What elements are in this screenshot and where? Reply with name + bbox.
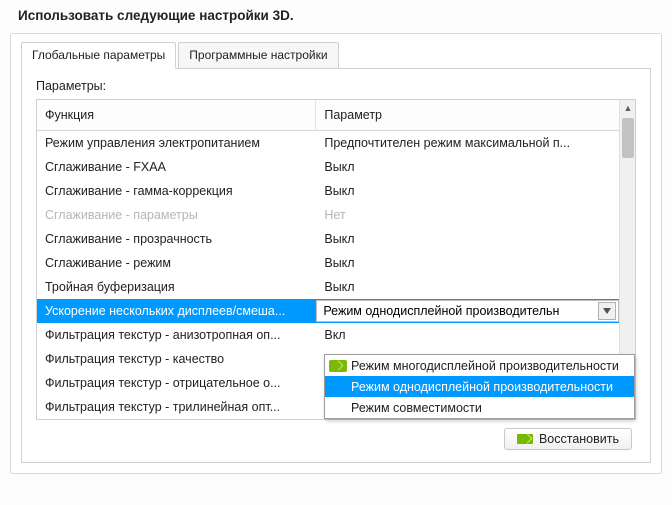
- table-row[interactable]: Фильтрация текстур - анизотропная оп...В…: [37, 323, 619, 347]
- cell-parameter[interactable]: Выкл: [316, 179, 619, 203]
- restore-button[interactable]: Восстановить: [504, 428, 632, 450]
- scroll-up-icon[interactable]: ▲: [620, 100, 636, 116]
- cell-parameter[interactable]: Вкл: [316, 323, 619, 347]
- table-row[interactable]: Сглаживание - параметрыНет: [37, 203, 619, 227]
- cell-parameter[interactable]: Выкл: [316, 227, 619, 251]
- dropdown-option-label: Режим многодисплейной производительности: [351, 359, 619, 373]
- col-function[interactable]: Функция: [37, 100, 316, 131]
- col-parameter[interactable]: Параметр: [316, 100, 619, 131]
- cell-function: Сглаживание - режим: [37, 251, 316, 275]
- cell-function: Ускорение нескольких дисплеев/смеша...: [37, 299, 316, 323]
- dropdown-list: Режим многодисплейной производительности…: [324, 354, 635, 419]
- tab-global[interactable]: Глобальные параметры: [21, 42, 176, 69]
- dropdown-text: Режим однодисплейной производительн: [317, 299, 559, 323]
- cell-function: Тройная буферизация: [37, 275, 316, 299]
- table-row[interactable]: Сглаживание - режимВыкл: [37, 251, 619, 275]
- cell-function: Фильтрация текстур - трилинейная опт...: [37, 395, 316, 419]
- footer: Восстановить: [36, 420, 636, 450]
- cell-parameter[interactable]: Выкл: [316, 155, 619, 179]
- cell-function: Фильтрация текстур - качество: [37, 347, 316, 371]
- nvidia-logo-icon: [329, 360, 347, 372]
- cell-parameter[interactable]: Выкл: [316, 275, 619, 299]
- dropdown-option-label: Режим совместимости: [351, 401, 482, 415]
- dropdown-option[interactable]: Режим многодисплейной производительности: [325, 355, 634, 376]
- table-row[interactable]: Режим управления электропитаниемПредпочт…: [37, 131, 619, 155]
- cell-function: Фильтрация текстур - отрицательное о...: [37, 371, 316, 395]
- table-row[interactable]: Ускорение нескольких дисплеев/смеша...Ре…: [37, 299, 619, 323]
- dropdown-option[interactable]: Режим совместимости: [325, 397, 634, 418]
- table-row[interactable]: Сглаживание - прозрачностьВыкл: [37, 227, 619, 251]
- cell-function: Сглаживание - FXAA: [37, 155, 316, 179]
- dropdown-option[interactable]: Режим однодисплейной производительности: [325, 376, 634, 397]
- page-title: Использовать следующие настройки 3D.: [18, 8, 662, 23]
- tab-bar: Глобальные параметры Программные настрой…: [21, 42, 651, 68]
- cell-function: Режим управления электропитанием: [37, 131, 316, 155]
- table-row[interactable]: Тройная буферизацияВыкл: [37, 275, 619, 299]
- chevron-down-icon[interactable]: [598, 302, 616, 320]
- settings-panel: Глобальные параметры Программные настрой…: [10, 33, 662, 474]
- params-label: Параметры:: [36, 79, 636, 93]
- tab-body: Параметры: Функция Параметр Режим управл…: [21, 68, 651, 463]
- table-header: Функция Параметр: [37, 100, 619, 131]
- params-table: Функция Параметр Режим управления электр…: [36, 99, 636, 420]
- cell-function: Сглаживание - параметры: [37, 203, 316, 227]
- table-row[interactable]: Сглаживание - гамма-коррекцияВыкл: [37, 179, 619, 203]
- cell-function: Сглаживание - гамма-коррекция: [37, 179, 316, 203]
- tab-program[interactable]: Программные настройки: [178, 42, 338, 68]
- nvidia-logo-icon: [517, 434, 533, 444]
- cell-parameter[interactable]: Режим однодисплейной производительн: [316, 299, 619, 323]
- dropdown-option-label: Режим однодисплейной производительности: [351, 380, 613, 394]
- cell-function: Сглаживание - прозрачность: [37, 227, 316, 251]
- cell-parameter[interactable]: Выкл: [316, 251, 619, 275]
- dropdown-value[interactable]: Режим однодисплейной производительн: [316, 300, 619, 322]
- cell-function: Фильтрация текстур - анизотропная оп...: [37, 323, 316, 347]
- cell-parameter[interactable]: Предпочтителен режим максимальной п...: [316, 131, 619, 155]
- table-row[interactable]: Сглаживание - FXAAВыкл: [37, 155, 619, 179]
- cell-parameter[interactable]: Нет: [316, 203, 619, 227]
- restore-label: Восстановить: [539, 432, 619, 446]
- scroll-thumb[interactable]: [622, 118, 634, 158]
